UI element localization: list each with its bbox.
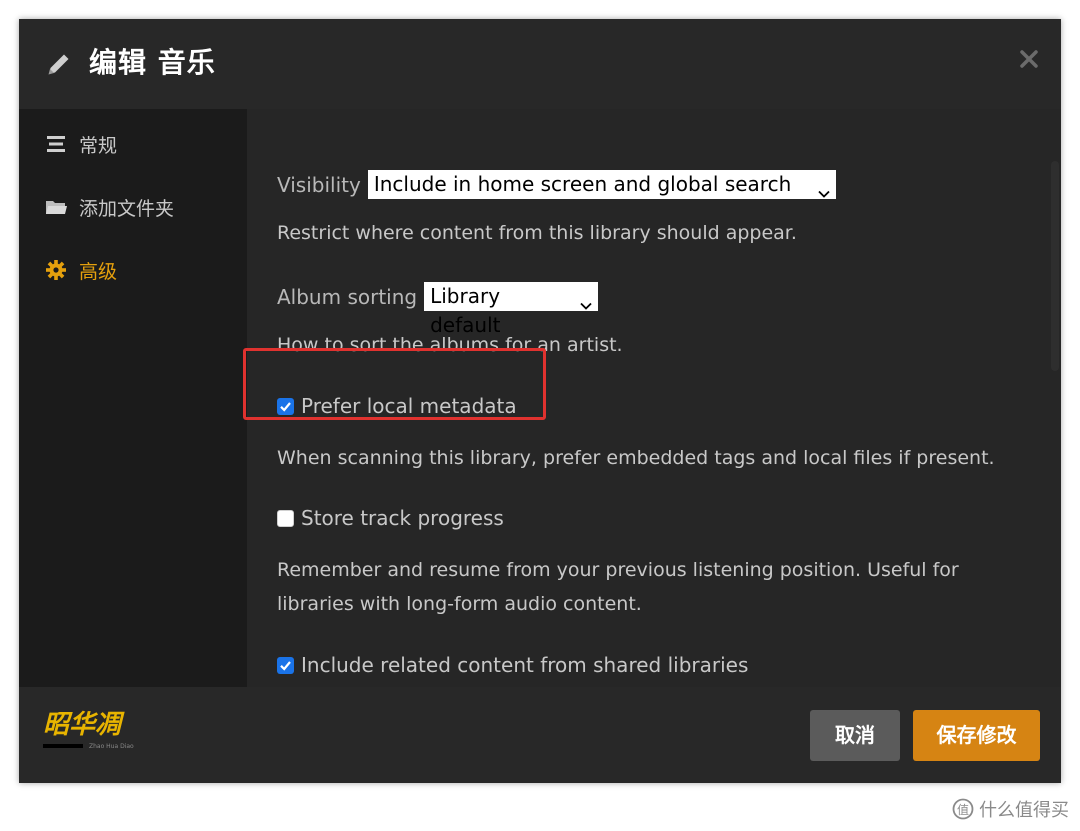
sidebar: 常规 添加文件夹 高级 (19, 109, 247, 687)
sidebar-item-advanced[interactable]: 高级 (45, 255, 117, 285)
gear-icon (45, 259, 67, 281)
save-changes-button[interactable]: 保存修改 (913, 710, 1040, 761)
site-logo: 昭华凋 Zhao Hua Diao (43, 707, 143, 753)
visibility-select-value: Include in home screen and global search (373, 172, 792, 196)
svg-text:Zhao Hua Diao: Zhao Hua Diao (89, 743, 134, 750)
dialog-title: 编辑 音乐 (89, 46, 216, 79)
album-sorting-description: How to sort the albums for an artist. (277, 334, 623, 356)
prefer-local-metadata-label: Prefer local metadata (301, 394, 517, 418)
checkbox-unchecked-icon[interactable] (277, 509, 294, 527)
album-sorting-label: Album sorting (277, 284, 418, 309)
folder-icon (45, 196, 67, 218)
edit-library-dialog: 编辑 音乐 常规 添加文件夹 高级 Visibility Include in … (19, 19, 1061, 783)
description-line: Remember and resume from your previous l… (277, 559, 959, 581)
prefer-local-metadata-description: When scanning this library, prefer embed… (277, 447, 995, 469)
scrollbar[interactable] (1051, 161, 1059, 371)
dialog-footer: 昭华凋 Zhao Hua Diao 取消 保存修改 (19, 687, 1061, 783)
watermark-text: 什么值得买 (979, 800, 1069, 821)
visibility-select[interactable]: Include in home screen and global search (367, 170, 836, 199)
prefer-local-metadata-checkbox[interactable]: Prefer local metadata (277, 394, 517, 418)
cancel-button[interactable]: 取消 (810, 710, 900, 761)
sidebar-item-label: 高级 (79, 260, 118, 283)
album-sorting-select[interactable]: Library default (424, 282, 599, 337)
svg-text:值: 值 (957, 802, 969, 817)
close-icon[interactable] (1019, 49, 1039, 69)
visibility-row: Visibility Include in home screen and gl… (277, 170, 836, 199)
include-related-content-checkbox[interactable]: Include related content from shared libr… (277, 653, 748, 677)
chevron-down-icon (818, 179, 830, 198)
sidebar-item-label: 添加文件夹 (79, 197, 175, 220)
store-track-progress-label: Store track progress (301, 506, 504, 530)
description-line: libraries with long-form audio content. (277, 593, 642, 615)
chevron-down-icon (580, 291, 592, 310)
store-track-progress-checkbox[interactable]: Store track progress (277, 506, 504, 530)
checkbox-checked-icon[interactable] (277, 397, 294, 415)
sidebar-item-label: 常规 (79, 134, 118, 157)
pencil-icon (45, 50, 73, 78)
advanced-settings-panel: Visibility Include in home screen and gl… (247, 109, 1061, 687)
sidebar-item-general[interactable]: 常规 (45, 129, 117, 159)
visibility-description: Restrict where content from this library… (277, 222, 797, 244)
checkbox-checked-icon[interactable] (277, 656, 294, 674)
store-track-progress-description: Remember and resume from your previous l… (277, 553, 997, 621)
list-icon (45, 133, 67, 155)
sidebar-item-add-folder[interactable]: 添加文件夹 (45, 192, 174, 222)
smzdm-logo-icon: 值 (952, 798, 974, 820)
svg-text:昭华凋: 昭华凋 (43, 710, 125, 740)
watermark: 值 什么值得买 (952, 796, 1069, 822)
dialog-header: 编辑 音乐 (19, 19, 1061, 109)
include-related-content-label: Include related content from shared libr… (301, 653, 749, 677)
visibility-label: Visibility (277, 172, 361, 197)
album-sorting-row: Album sorting Library default (277, 282, 599, 337)
